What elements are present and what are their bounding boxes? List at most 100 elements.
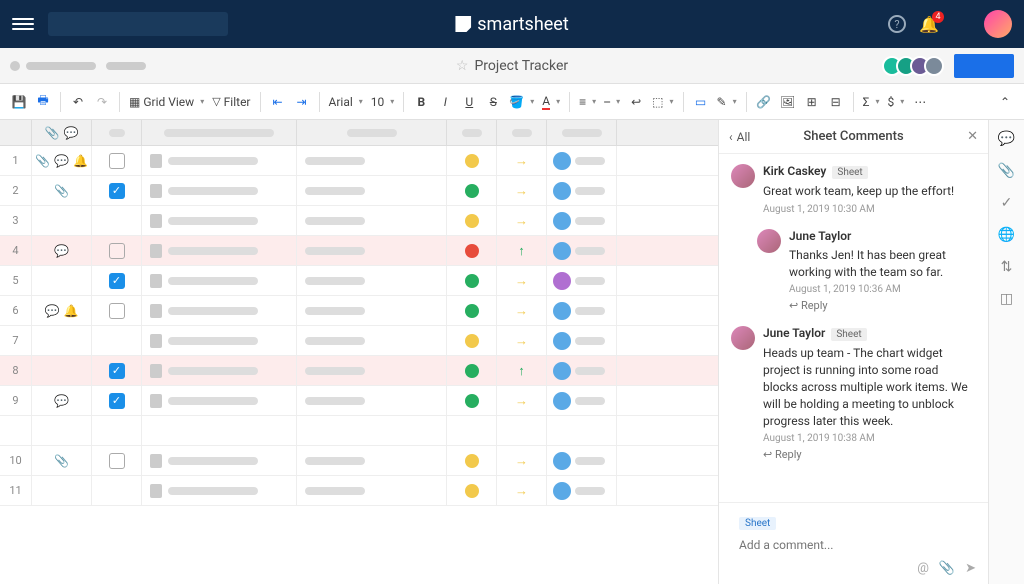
- assignee-cell[interactable]: [547, 266, 617, 295]
- menu-button[interactable]: [12, 18, 34, 30]
- table-row[interactable]: 2📎✓→: [0, 176, 718, 206]
- status-cell[interactable]: [447, 266, 497, 295]
- priority-cell[interactable]: →: [497, 446, 547, 475]
- comment-icon[interactable]: 💬: [45, 304, 60, 318]
- task-cell[interactable]: [142, 296, 297, 325]
- table-row[interactable]: 5✓→: [0, 266, 718, 296]
- status-cell[interactable]: [447, 386, 497, 415]
- wrap-icon[interactable]: ↩: [625, 90, 647, 114]
- rail-activity-icon[interactable]: ⇅: [998, 258, 1016, 276]
- assignee-cell[interactable]: [547, 146, 617, 175]
- search-input[interactable]: [48, 12, 228, 36]
- table-row[interactable]: 11→: [0, 476, 718, 506]
- rail-globe-icon[interactable]: 🌐: [998, 226, 1016, 244]
- presence-avatars[interactable]: [888, 56, 944, 76]
- status-cell[interactable]: [447, 296, 497, 325]
- format-icon[interactable]: ⬚: [649, 90, 676, 114]
- share-button[interactable]: [954, 54, 1014, 78]
- attach-icon[interactable]: 📎: [54, 454, 69, 468]
- insert-icon[interactable]: ⊞: [801, 90, 823, 114]
- comment-input[interactable]: [739, 538, 976, 552]
- task-cell[interactable]: [142, 386, 297, 415]
- priority-cell[interactable]: [497, 416, 547, 445]
- task-cell[interactable]: [142, 146, 297, 175]
- task-cell[interactable]: [142, 176, 297, 205]
- comment-icon[interactable]: 💬: [54, 154, 69, 168]
- text-cell[interactable]: [297, 236, 447, 265]
- text-cell[interactable]: [297, 356, 447, 385]
- checkbox[interactable]: [109, 303, 125, 319]
- status-cell[interactable]: [447, 446, 497, 475]
- remove-icon[interactable]: ⊟: [825, 90, 847, 114]
- text-cell[interactable]: [297, 326, 447, 355]
- outdent-icon[interactable]: ⇤: [267, 90, 289, 114]
- status-cell[interactable]: [447, 326, 497, 355]
- table-row[interactable]: 10📎→: [0, 446, 718, 476]
- send-icon[interactable]: ➤: [965, 561, 976, 576]
- breadcrumb[interactable]: [26, 62, 96, 70]
- font-size-select[interactable]: 10: [368, 90, 398, 114]
- status-cell[interactable]: [447, 356, 497, 385]
- priority-cell[interactable]: →: [497, 206, 547, 235]
- rail-attachments-icon[interactable]: 📎: [998, 162, 1016, 180]
- sum-icon[interactable]: Σ: [860, 90, 883, 114]
- checkbox-cell[interactable]: [92, 446, 142, 475]
- bold-icon[interactable]: B: [410, 90, 432, 114]
- table-row[interactable]: 9💬✓→: [0, 386, 718, 416]
- checkbox[interactable]: ✓: [109, 393, 125, 409]
- attach-icon[interactable]: 📎: [54, 184, 69, 198]
- currency-icon[interactable]: $: [884, 90, 907, 114]
- text-cell[interactable]: [297, 476, 447, 505]
- notifications-icon[interactable]: 🔔4: [920, 15, 938, 33]
- table-row[interactable]: 7→: [0, 326, 718, 356]
- status-cell[interactable]: [447, 146, 497, 175]
- status-cell[interactable]: [447, 236, 497, 265]
- reply-button[interactable]: ↩ Reply: [789, 299, 976, 312]
- close-icon[interactable]: ✕: [967, 129, 978, 144]
- text-cell[interactable]: [297, 206, 447, 235]
- checkbox-cell[interactable]: ✓: [92, 266, 142, 295]
- back-button[interactable]: ‹ All: [729, 130, 750, 144]
- task-cell[interactable]: [142, 266, 297, 295]
- text-cell[interactable]: [297, 176, 447, 205]
- save-icon[interactable]: 💾: [8, 90, 30, 114]
- link-icon[interactable]: 🔗: [753, 90, 775, 114]
- assignee-cell[interactable]: [547, 416, 617, 445]
- checkbox[interactable]: ✓: [109, 363, 125, 379]
- v-align-icon[interactable]: ⎯: [601, 90, 623, 114]
- text-cell[interactable]: [297, 446, 447, 475]
- task-cell[interactable]: [142, 476, 297, 505]
- priority-cell[interactable]: →: [497, 146, 547, 175]
- status-cell[interactable]: [447, 176, 497, 205]
- composer-tag[interactable]: Sheet: [739, 517, 776, 530]
- print-icon[interactable]: 🖶: [32, 90, 54, 114]
- status-cell[interactable]: [447, 476, 497, 505]
- task-cell[interactable]: [142, 206, 297, 235]
- priority-cell[interactable]: ↑: [497, 356, 547, 385]
- lock-icon[interactable]: ▭: [690, 90, 712, 114]
- priority-cell[interactable]: →: [497, 386, 547, 415]
- rail-comments-icon[interactable]: 💬: [998, 130, 1016, 148]
- assignee-cell[interactable]: [547, 386, 617, 415]
- font-select[interactable]: Arial: [326, 90, 366, 114]
- priority-cell[interactable]: →: [497, 266, 547, 295]
- checkbox[interactable]: [109, 453, 125, 469]
- apps-icon[interactable]: [952, 15, 970, 33]
- checkbox-cell[interactable]: [92, 236, 142, 265]
- redo-icon[interactable]: ↷: [91, 90, 113, 114]
- status-cell[interactable]: [447, 416, 497, 445]
- mention-icon[interactable]: @: [917, 561, 929, 576]
- priority-cell[interactable]: ↑: [497, 236, 547, 265]
- checkbox-cell[interactable]: ✓: [92, 176, 142, 205]
- bell-icon[interactable]: 🔔: [64, 304, 79, 318]
- reply-button[interactable]: ↩ Reply: [763, 448, 976, 461]
- assignee-cell[interactable]: [547, 446, 617, 475]
- task-cell[interactable]: [142, 446, 297, 475]
- table-row[interactable]: 1📎💬🔔→: [0, 146, 718, 176]
- h-align-icon[interactable]: ≡: [576, 90, 599, 114]
- rail-proof-icon[interactable]: ✓: [998, 194, 1016, 212]
- task-cell[interactable]: [142, 356, 297, 385]
- priority-cell[interactable]: →: [497, 326, 547, 355]
- task-cell[interactable]: [142, 236, 297, 265]
- checkbox-cell[interactable]: ✓: [92, 356, 142, 385]
